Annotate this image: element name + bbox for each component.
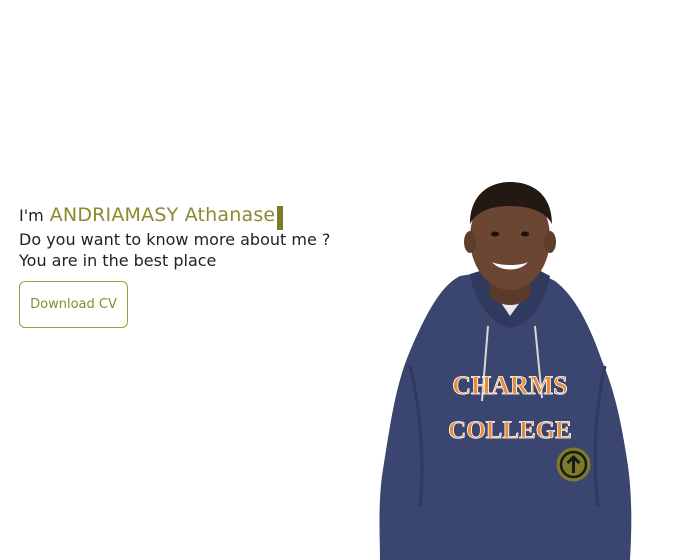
hero-intro: I'm ANDRIAMASY Athanase Do you want to k… xyxy=(19,204,379,271)
hero-heading: I'm ANDRIAMASY Athanase xyxy=(19,204,379,230)
hero-name: ANDRIAMASY Athanase xyxy=(49,204,276,226)
profile-photo: CHARMS COLLEGE xyxy=(379,182,632,560)
download-cv-button[interactable]: Download CV xyxy=(19,281,128,328)
hero-tagline: You are in the best place xyxy=(19,251,217,270)
hoodie-print-line1: CHARMS xyxy=(452,371,568,400)
hoodie-print-line2: COLLEGE xyxy=(448,417,572,444)
scroll-to-top-button[interactable] xyxy=(556,447,591,482)
hero-question: Do you want to know more about me ? xyxy=(19,230,331,249)
typing-cursor xyxy=(277,206,284,230)
greeting-text: I'm xyxy=(19,206,44,225)
page: I'm ANDRIAMASY Athanase Do you want to k… xyxy=(0,0,694,560)
